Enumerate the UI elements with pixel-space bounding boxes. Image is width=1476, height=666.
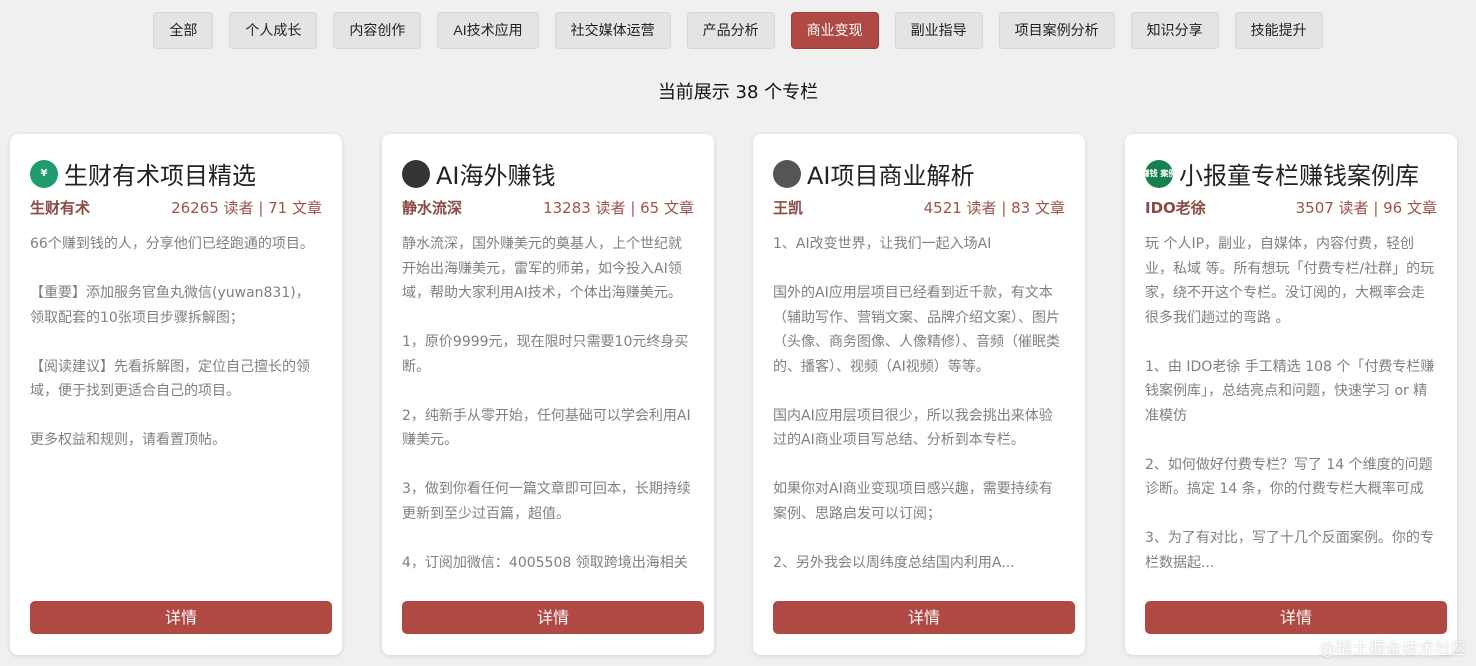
description-paragraph: 【重要】添加服务官鱼丸微信(yuwan831)，领取配套的10张项目步骤拆解图； [30, 285, 310, 326]
reader-article-stats: 13283 读者 | 65 文章 [543, 199, 694, 217]
details-button[interactable]: 详情 [402, 601, 704, 634]
details-button[interactable]: 详情 [30, 601, 332, 634]
category-filter-bar: 全部 个人成长 内容创作 AI技术应用 社交媒体运营 产品分析 商业变现 副业指… [0, 12, 1476, 49]
filter-ai-applications[interactable]: AI技术应用 [437, 12, 539, 49]
author-name: IDO老徐 [1145, 199, 1206, 217]
green-badge-logo-icon: 赚钱 案例 [1145, 159, 1176, 188]
card-title: AI海外赚钱 [436, 162, 556, 190]
filter-skill-improvement[interactable]: 技能提升 [1234, 12, 1323, 49]
description-paragraph: 2，纯新手从零开始，任何基础可以学会利用AI赚美元。 [402, 407, 691, 449]
description-paragraph: 3、为了有对比，写了十几个反面案例。你的专栏数据起... [1145, 530, 1434, 571]
description-paragraph: 1、AI改变世界，让我们一起入场AI [773, 236, 992, 252]
filter-project-cases[interactable]: 项目案例分析 [998, 12, 1115, 49]
card-title-row: ¥ 生财有术项目精选 [30, 156, 324, 191]
card-meta: 王凯 4521 读者 | 83 文章 [773, 197, 1065, 218]
filter-content-creation[interactable]: 内容创作 [333, 12, 422, 49]
column-card: AI项目商业解析 王凯 4521 读者 | 83 文章 1、AI改变世界，让我们… [753, 134, 1085, 655]
description-paragraph: 如果你对AI商业变现项目感兴趣，需要持续有案例、思路启发可以订阅； [773, 481, 1053, 522]
filter-all[interactable]: 全部 [153, 12, 214, 49]
card-title: 生财有术项目精选 [64, 162, 256, 190]
card-meta: 静水流深 13283 读者 | 65 文章 [402, 197, 694, 218]
description-paragraph: 2、另外我会以周纬度总结国内利用A... [773, 554, 1015, 571]
filter-personal-growth[interactable]: 个人成长 [229, 12, 318, 49]
author-name: 静水流深 [402, 199, 463, 217]
card-title-row: AI海外赚钱 [402, 156, 696, 191]
author-name: 生财有术 [30, 199, 91, 217]
description-paragraph: 【阅读建议】先看拆解图，定位自己擅长的领域，便于找到更适合自己的项目。 [30, 358, 310, 400]
reader-article-stats: 26265 读者 | 71 文章 [171, 199, 322, 217]
description-paragraph: 更多权益和规则，请看置顶帖。 [30, 432, 226, 448]
card-meta: IDO老徐 3507 读者 | 96 文章 [1145, 197, 1437, 218]
column-card: AI海外赚钱 静水流深 13283 读者 | 65 文章 静水流深，国外赚美元的… [382, 134, 714, 655]
column-description: 玩 个人IP，副业，自媒体，内容付费，轻创业，私域 等。所有想玩「付费专栏/社群… [1145, 232, 1437, 576]
column-card: 赚钱 案例 小报童专栏赚钱案例库 IDO老徐 3507 读者 | 96 文章 玩… [1125, 134, 1457, 655]
filter-knowledge-sharing[interactable]: 知识分享 [1130, 12, 1219, 49]
description-paragraph: 玩 个人IP，副业，自媒体，内容付费，轻创业，私域 等。所有想玩「付费专栏/社群… [1145, 236, 1435, 326]
reader-article-stats: 4521 读者 | 83 文章 [923, 199, 1065, 217]
column-card: ¥ 生财有术项目精选 生财有术 26265 读者 | 71 文章 66个赚到钱的… [10, 134, 342, 655]
column-description: 静水流深，国外赚美元的奠基人，上个世纪就开始出海赚美元，雷军的师弟，如今投入AI… [402, 232, 694, 576]
filter-product-analysis[interactable]: 产品分析 [686, 12, 775, 49]
description-paragraph: 国外的AI应用层项目已经看到近千款，有文本（辅助写作、营销文案、品牌介绍文案）、… [773, 285, 1060, 375]
profile-photo-icon [773, 159, 801, 188]
card-title: AI项目商业解析 [807, 162, 975, 190]
details-button[interactable]: 详情 [1145, 601, 1447, 634]
filter-side-business[interactable]: 副业指导 [894, 12, 983, 49]
column-description: 1、AI改变世界，让我们一起入场AI 国外的AI应用层项目已经看到近千款，有文本… [773, 232, 1065, 576]
author-name: 王凯 [773, 199, 804, 217]
filter-monetization[interactable]: 商业变现 [790, 12, 879, 49]
description-paragraph: 4，订阅加微信：4005508 领取跨境出海相关秘籍资料包，提供微信群以及免费社… [402, 554, 688, 571]
description-paragraph: 静水流深，国外赚美元的奠基人，上个世纪就开始出海赚美元，雷军的师弟，如今投入AI… [402, 236, 682, 301]
description-paragraph: 1，原价9999元，现在限时只需要10元终身买断。 [402, 334, 689, 375]
card-title: 小报童专栏赚钱案例库 [1179, 162, 1419, 190]
filter-social-media[interactable]: 社交媒体运营 [554, 12, 671, 49]
description-paragraph: 2、如何做好付费专栏？写了 14 个维度的问题诊断。搞定 14 条，你的付费专栏… [1145, 456, 1433, 498]
green-circle-logo-icon: ¥ [30, 159, 58, 188]
description-paragraph: 1、由 IDO老徐 手工精选 108 个「付费专栏赚钱案例库」，总结亮点和问题，… [1145, 358, 1435, 424]
card-title-row: 赚钱 案例 小报童专栏赚钱案例库 [1145, 156, 1439, 191]
column-count-summary: 当前展示 38 个专栏 [657, 82, 819, 103]
profile-photo-icon [402, 159, 430, 188]
card-meta: 生财有术 26265 读者 | 71 文章 [30, 197, 322, 218]
description-paragraph: 66个赚到钱的人，分享他们已经跑通的项目。 [30, 236, 314, 252]
details-button[interactable]: 详情 [773, 601, 1075, 634]
site-watermark: @稀土掘金技术社区 [1319, 639, 1468, 658]
reader-article-stats: 3507 读者 | 96 文章 [1295, 199, 1437, 217]
description-paragraph: 国内AI应用层项目很少，所以我会挑出来体验过的AI商业项目写总结、分析到本专栏。 [773, 407, 1053, 449]
description-paragraph: 3，做到你看任何一篇文章即可回本，长期持续更新到至少过百篇，超值。 [402, 481, 691, 522]
card-title-row: AI项目商业解析 [773, 156, 1067, 191]
column-description: 66个赚到钱的人，分享他们已经跑通的项目。 【重要】添加服务官鱼丸微信(yuwa… [30, 232, 322, 576]
